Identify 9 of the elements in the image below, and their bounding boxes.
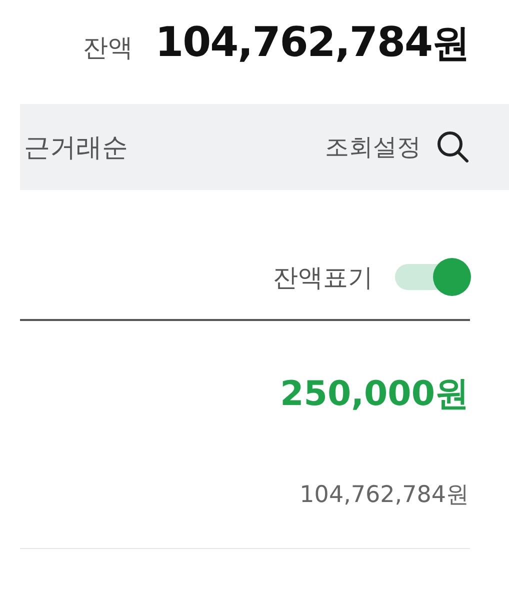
sort-option[interactable]: 근거래순: [24, 130, 128, 164]
balance-after: 104,762,784원: [298, 481, 470, 510]
search-settings-button[interactable]: 조회설정: [325, 129, 471, 165]
toggle-label: 잔액표기: [273, 262, 373, 294]
transaction-amount: 250,000원: [279, 373, 470, 416]
search-icon: [435, 129, 471, 165]
balance-label: 잔액: [83, 32, 134, 64]
balance-toggle[interactable]: [395, 258, 471, 296]
balance-amount: 104,762,784원: [155, 18, 469, 68]
